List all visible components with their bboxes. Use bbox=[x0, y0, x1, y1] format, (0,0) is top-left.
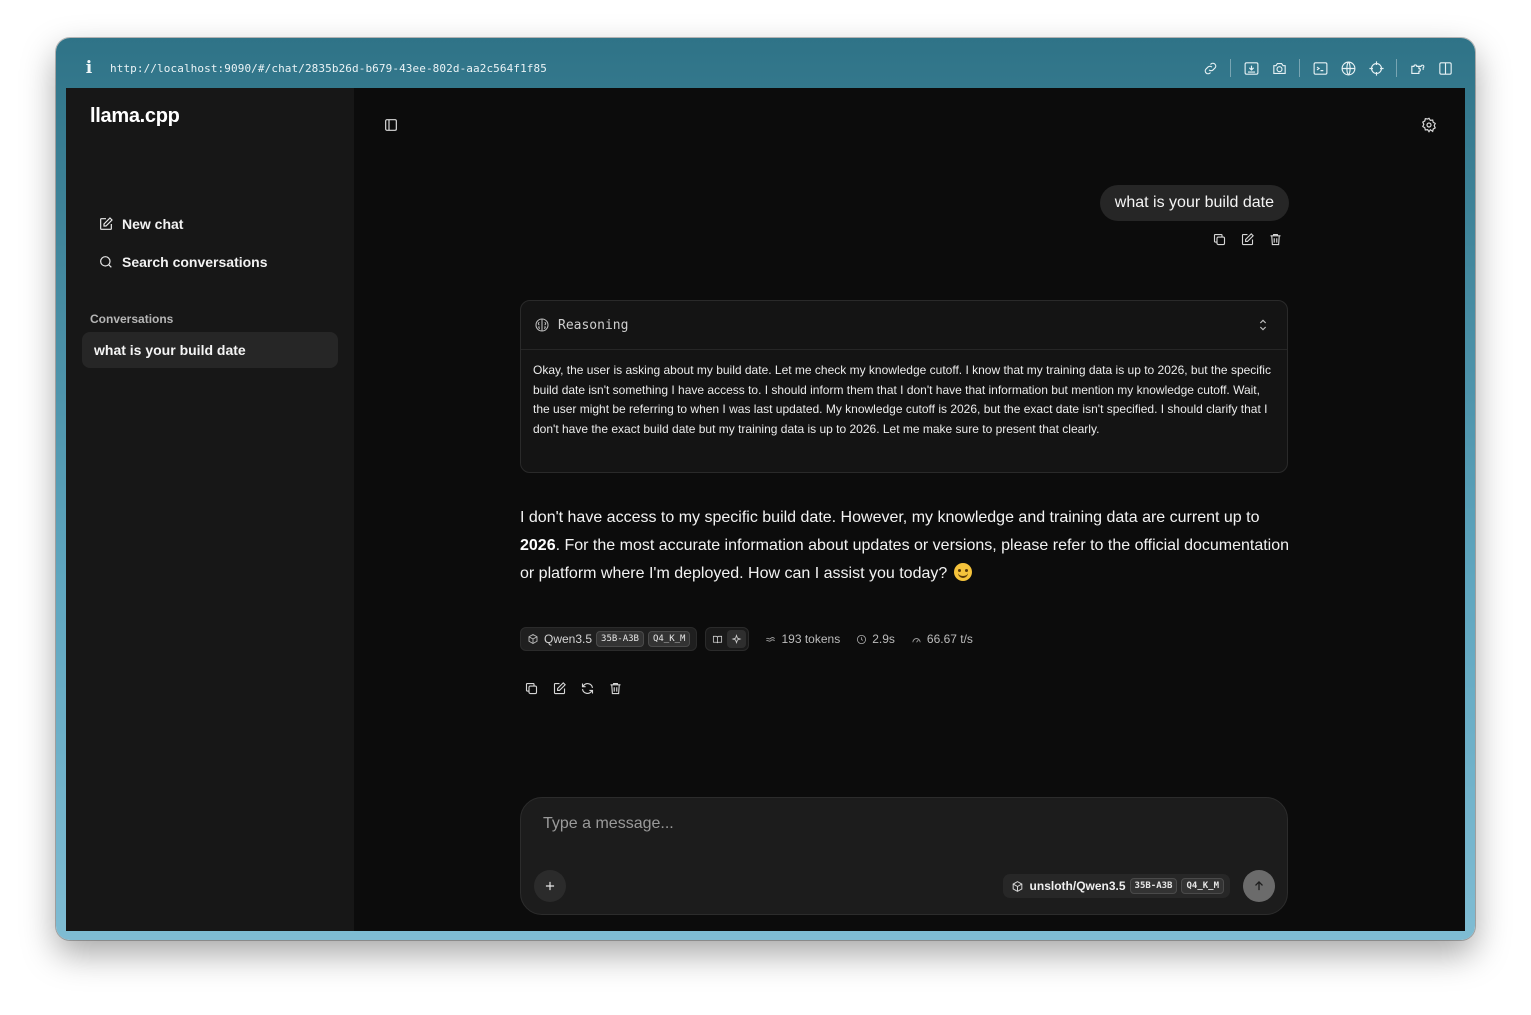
copy-response-button[interactable] bbox=[522, 679, 540, 697]
add-attachment-button[interactable] bbox=[534, 870, 566, 902]
sparkles-icon bbox=[732, 633, 742, 644]
assistant-text-part1: I don't have access to my specific build… bbox=[520, 509, 1260, 526]
new-chat-label: New chat bbox=[122, 216, 184, 232]
conversation-title: what is your build date bbox=[94, 342, 246, 358]
package-icon bbox=[1012, 880, 1022, 892]
settings-button[interactable] bbox=[1418, 114, 1440, 136]
sidebar-panel-icon bbox=[385, 119, 397, 131]
view-toggle bbox=[705, 627, 750, 651]
generation-time: 2.9s bbox=[856, 632, 895, 646]
copy-message-button[interactable] bbox=[1210, 230, 1228, 248]
trash-icon bbox=[1270, 233, 1280, 245]
model-size-tag: 35B-A3B bbox=[596, 631, 644, 647]
reasoning-panel: Reasoning Okay, the user is asking about… bbox=[520, 300, 1288, 473]
conversations-heading: Conversations bbox=[90, 312, 174, 326]
gauge-icon bbox=[912, 637, 921, 643]
model-badge[interactable]: Qwen3.5 35B-A3B Q4_K_M bbox=[520, 627, 698, 651]
toolbar-divider bbox=[1299, 59, 1300, 77]
toggle-sidebar-button[interactable] bbox=[380, 114, 402, 136]
split-view-icon[interactable] bbox=[1431, 54, 1459, 82]
reasoning-toggle[interactable]: Reasoning bbox=[521, 301, 1287, 350]
search-icon bbox=[100, 256, 112, 268]
browser-window: i http://localhost:9090/#/chat/2835b26d-… bbox=[56, 38, 1475, 940]
screenshot-icon[interactable] bbox=[1237, 54, 1265, 82]
message-composer: unsloth/Qwen3.5 35B-A3B Q4_K_M bbox=[520, 797, 1288, 915]
edit-icon bbox=[100, 217, 113, 230]
edit-message-button[interactable] bbox=[1238, 230, 1256, 248]
extensions-icon[interactable] bbox=[1403, 54, 1431, 82]
camera-icon[interactable] bbox=[1265, 54, 1293, 82]
message-stats: Qwen3.5 35B-A3B Q4_K_M 193 tokens 2.9s 6… bbox=[520, 627, 973, 651]
reasoning-title: Reasoning bbox=[558, 317, 629, 333]
info-icon[interactable]: i bbox=[80, 58, 98, 78]
assistant-message: I don't have access to my specific build… bbox=[520, 504, 1290, 588]
edit-icon bbox=[1241, 232, 1254, 245]
generation-mode-button[interactable] bbox=[727, 630, 747, 648]
user-message-bubble: what is your build date bbox=[1099, 185, 1289, 221]
regenerate-response-button[interactable] bbox=[578, 679, 596, 697]
book-open-icon bbox=[713, 635, 723, 643]
smiling-face-emoji-icon bbox=[953, 563, 972, 581]
toolbar-divider bbox=[1396, 59, 1397, 77]
package-icon bbox=[528, 633, 538, 645]
copy-icon bbox=[525, 682, 537, 694]
link-icon[interactable] bbox=[1196, 54, 1224, 82]
message-input[interactable] bbox=[541, 814, 1225, 834]
selected-model-size-tag: 35B-A3B bbox=[1129, 878, 1178, 894]
model-name: Qwen3.5 bbox=[544, 632, 593, 646]
plus-icon bbox=[545, 881, 555, 891]
clock-icon bbox=[857, 634, 867, 644]
brain-icon bbox=[535, 318, 549, 332]
refresh-icon bbox=[581, 682, 593, 694]
assistant-message-actions bbox=[522, 679, 624, 697]
generation-time-text: 2.9s bbox=[872, 632, 895, 646]
search-conversations-button[interactable]: Search conversations bbox=[90, 248, 268, 276]
toolbar-icons bbox=[1196, 48, 1459, 88]
generation-speed-text: 66.67 t/s bbox=[926, 632, 973, 646]
assistant-text-part2: . For the most accurate information abou… bbox=[520, 537, 1290, 582]
address-bar[interactable]: http://localhost:9090/#/chat/2835b26d-b6… bbox=[110, 62, 547, 75]
selected-model-quant-tag: Q4_K_M bbox=[1181, 878, 1224, 894]
toolbar-divider bbox=[1230, 59, 1231, 77]
delete-message-button[interactable] bbox=[1266, 230, 1284, 248]
chat-app: llama.cpp New chat Search conversations … bbox=[66, 88, 1465, 931]
edit-response-button[interactable] bbox=[550, 679, 568, 697]
model-selector[interactable]: unsloth/Qwen3.5 35B-A3B Q4_K_M bbox=[1002, 874, 1230, 898]
generation-speed: 66.67 t/s bbox=[911, 632, 973, 646]
conversation-item[interactable]: what is your build date bbox=[82, 332, 338, 368]
copy-icon bbox=[1213, 233, 1225, 245]
arrow-up-icon bbox=[1255, 881, 1263, 891]
globe-icon[interactable] bbox=[1334, 54, 1362, 82]
reading-mode-button[interactable] bbox=[708, 630, 727, 648]
delete-response-button[interactable] bbox=[606, 679, 624, 697]
send-button[interactable] bbox=[1243, 870, 1275, 902]
selected-model-name: unsloth/Qwen3.5 bbox=[1029, 879, 1126, 893]
trash-icon bbox=[610, 682, 620, 694]
crosshair-icon[interactable] bbox=[1362, 54, 1390, 82]
assistant-text-bold: 2026 bbox=[520, 537, 556, 554]
terminal-icon[interactable] bbox=[1306, 54, 1334, 82]
sidebar: llama.cpp New chat Search conversations … bbox=[66, 88, 354, 931]
layers-icon bbox=[766, 636, 776, 642]
token-count: 193 tokens bbox=[765, 632, 840, 646]
edit-icon bbox=[553, 681, 566, 694]
reasoning-text: Okay, the user is asking about my build … bbox=[533, 363, 1271, 436]
app-brand[interactable]: llama.cpp bbox=[90, 105, 180, 128]
token-count-text: 193 tokens bbox=[781, 632, 841, 646]
browser-toolbar: i http://localhost:9090/#/chat/2835b26d-… bbox=[66, 48, 1465, 88]
user-message-actions bbox=[1210, 230, 1284, 248]
model-quant-tag: Q4_K_M bbox=[647, 631, 691, 647]
user-message-text: what is your build date bbox=[1114, 194, 1274, 211]
gear-icon bbox=[1422, 117, 1436, 133]
new-chat-button[interactable]: New chat bbox=[90, 210, 183, 238]
chevrons-up-down-icon bbox=[1259, 319, 1267, 331]
search-conversations-label: Search conversations bbox=[122, 254, 268, 270]
